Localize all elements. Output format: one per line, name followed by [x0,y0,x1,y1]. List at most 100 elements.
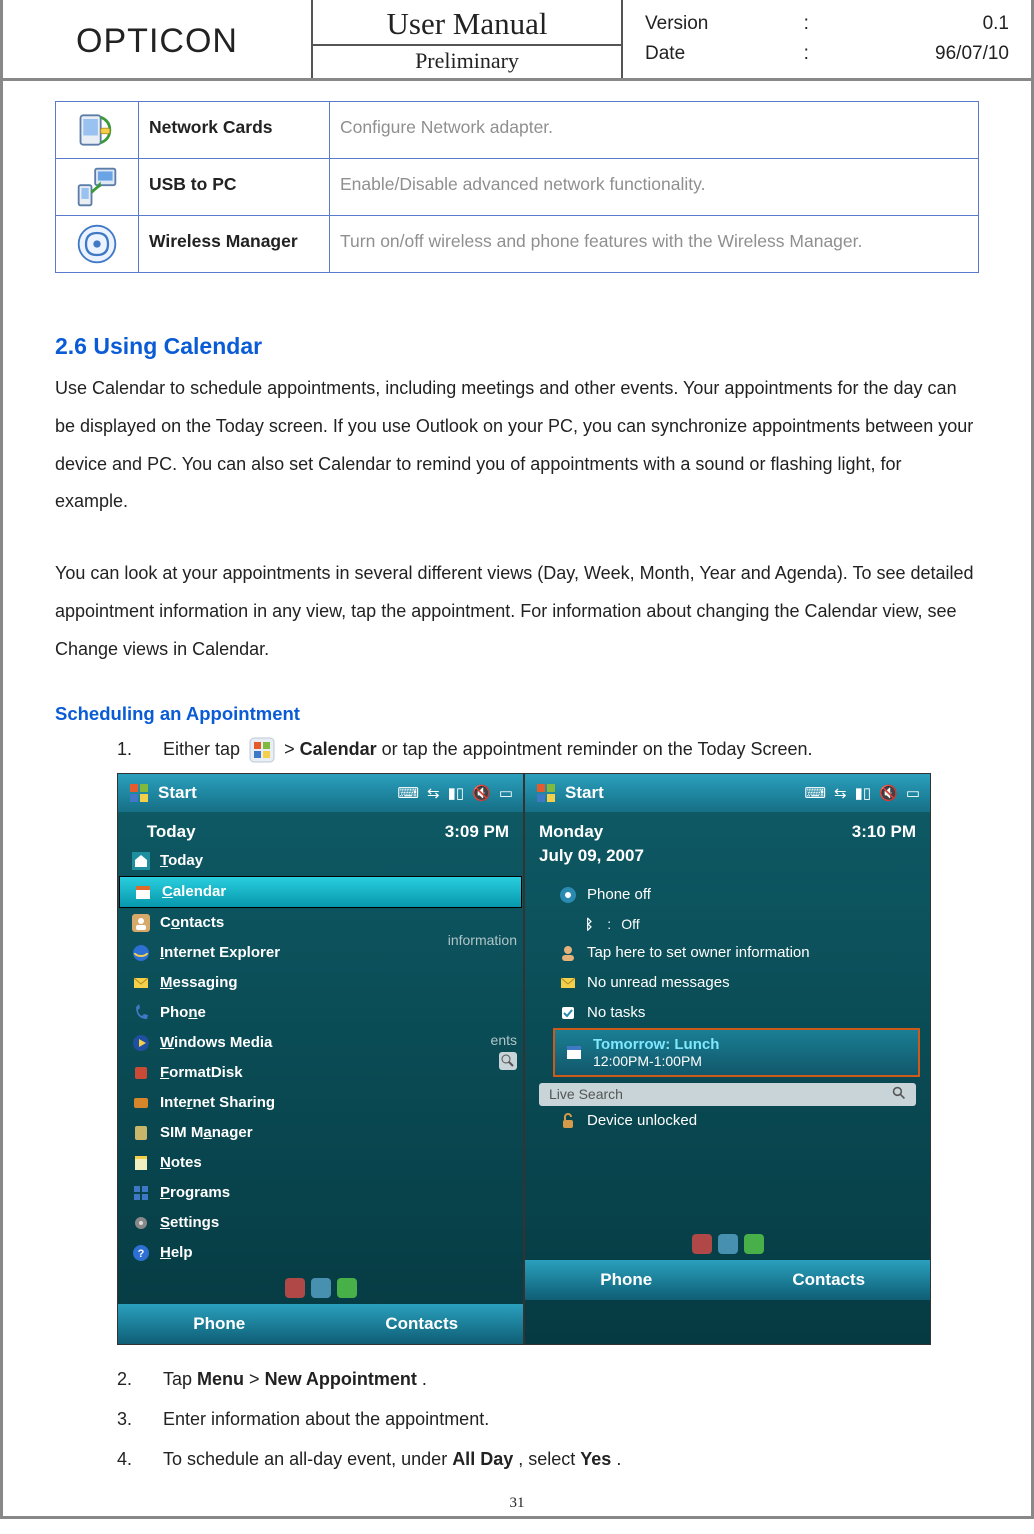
phone-icon [132,1004,150,1022]
screenshots: Start ⌨ ⇆ ▮▯ 🔇 ▭ Today [117,773,979,1345]
menu-item-notes[interactable]: Notes [118,1148,523,1178]
page-number: 31 [3,1489,1031,1516]
tray-icons: ⌨ ⇆ ▮▯ 🔇 ▭ [804,784,920,802]
keyboard-icon: ⌨ [804,784,826,802]
battery-icon: ▭ [906,784,920,802]
green-box-icon [744,1234,764,1254]
today-phone-off[interactable]: Phone off [525,880,930,910]
softkey-left[interactable]: Phone [118,1314,321,1334]
feature-name: Wireless Manager [139,216,330,273]
today-label: Today [132,822,196,842]
menu-item-messaging[interactable]: Messaging [118,968,523,998]
battery-icon: ▭ [499,784,513,802]
today-unlocked[interactable]: Device unlocked [525,1106,930,1136]
help-icon: ? [132,1244,150,1262]
red-box-icon [285,1278,305,1298]
date-label: Date [639,39,798,69]
tasks-icon [559,1004,577,1022]
menu-item-formatdisk[interactable]: FormatDisk [118,1058,523,1088]
today-messages[interactable]: No unread messages [525,968,930,998]
menu-item-help[interactable]: ?Help [118,1238,523,1268]
menu-item-phone[interactable]: Phone [118,998,523,1028]
search-glass-icon [892,1086,906,1103]
start-bar: Start ⌨ ⇆ ▮▯ 🔇 ▭ [118,774,523,812]
calendar-icon [134,883,152,901]
section-heading: 2.6 Using Calendar [55,333,979,360]
menu-item-sim-manager[interactable]: SIM Manager [118,1118,523,1148]
settings-icon [132,1214,150,1232]
menu-item-internet-sharing[interactable]: Internet Sharing [118,1088,523,1118]
table-row: Network Cards Configure Network adapter. [56,102,979,159]
doc-meta: Version : 0.1 Date : 96/07/10 [623,0,1031,78]
wireless-manager-icon [75,222,119,266]
today-owner[interactable]: Tap here to set owner information [525,938,930,968]
doc-title-block: User Manual Preliminary [313,0,623,78]
today-tasks[interactable]: No tasks [525,998,930,1028]
sync-icon: ⇆ [834,784,847,802]
softkey-right[interactable]: Contacts [321,1314,524,1334]
search-glass-icon [499,1052,517,1074]
version-value: 0.1 [834,9,1015,39]
windows-flag-icon [535,782,557,804]
table-row: USB to PC Enable/Disable advanced networ… [56,159,979,216]
menu-item-calendar[interactable]: Calendar [119,876,522,908]
network-cards-icon [75,108,119,152]
bluetooth-icon: ᛒ [585,916,593,932]
mid-icons-row [525,1228,930,1260]
blue-box-icon [311,1278,331,1298]
menu-item-wmp[interactable]: Windows Media [118,1028,523,1058]
feature-desc: Enable/Disable advanced network function… [330,159,979,216]
sim-icon [132,1124,150,1142]
menu-item-programs[interactable]: Programs [118,1178,523,1208]
steps-list: 1. Either tap > Calendar [55,731,979,1477]
start-label: Start [158,783,197,803]
subsection-heading: Scheduling an Appointment [55,703,979,725]
table-row: Wireless Manager Turn on/off wireless an… [56,216,979,273]
start-bar: Start ⌨ ⇆ ▮▯ 🔇 ▭ [525,774,930,812]
sync-icon: ⇆ [427,784,440,802]
doc-subtitle: Preliminary [313,46,621,78]
speaker-icon: 🔇 [879,784,898,802]
today-bt-off: ᛒ : Off [525,910,930,938]
screenshot-start-menu: Start ⌨ ⇆ ▮▯ 🔇 ▭ Today [117,773,524,1345]
programs-icon [132,1184,150,1202]
owner-icon [559,944,577,962]
step-3: 3. Enter information about the appointme… [117,1401,979,1437]
red-box-icon [692,1234,712,1254]
softkey-left[interactable]: Phone [525,1270,728,1290]
usb-to-pc-icon [75,165,119,209]
document-header: OPTICON User Manual Preliminary Version … [3,0,1031,81]
section-paragraph-2: You can look at your appointments in sev… [55,555,979,668]
signal-icon: ▮▯ [855,784,872,802]
doc-title: User Manual [313,0,621,46]
date-value: 96/07/10 [834,39,1015,69]
settings-table: Network Cards Configure Network adapter. [55,101,979,273]
mail-icon [559,974,577,992]
windows-flag-icon [128,782,150,804]
contacts-icon [132,914,150,932]
cut-text: ents [491,1032,517,1048]
wireless-icon [559,886,577,904]
date-label: July 09, 2007 [525,846,930,874]
speaker-icon: 🔇 [472,784,491,802]
live-search-box[interactable]: Live Search [539,1083,916,1106]
weekday-label: Monday [539,822,603,842]
svg-text:?: ? [138,1248,145,1260]
today-appointment-reminder[interactable]: Tomorrow: Lunch 12:00PM-1:00PM [553,1028,920,1077]
wmp-icon [132,1034,150,1052]
mid-icons-row [118,1272,523,1304]
start-label: Start [565,783,604,803]
feature-name: USB to PC [139,159,330,216]
step-2: 2. Tap Menu > New Appointment . [117,1361,979,1397]
brand-name: OPTICON [3,0,313,78]
blue-box-icon [718,1234,738,1254]
tray-icons: ⌨ ⇆ ▮▯ 🔇 ▭ [397,784,513,802]
clock-time: 3:09 PM [445,822,509,842]
menu-item-settings[interactable]: Settings [118,1208,523,1238]
lock-icon [559,1112,577,1130]
menu-item-today[interactable]: Today [118,846,523,876]
calendar-icon [565,1043,583,1061]
bottom-bar: Phone Contacts [118,1304,523,1344]
content-area: Network Cards Configure Network adapter. [3,81,1031,1489]
softkey-right[interactable]: Contacts [728,1270,931,1290]
